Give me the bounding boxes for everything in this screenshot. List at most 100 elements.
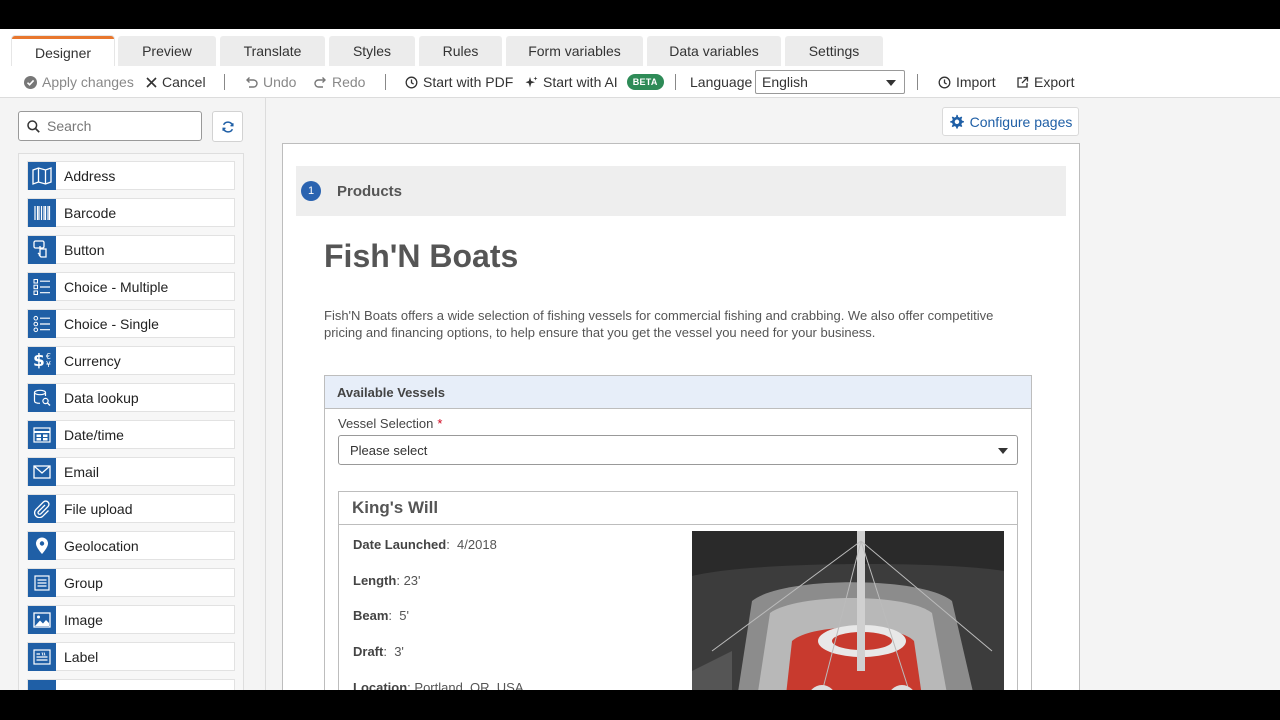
configure-pages-label: Configure pages — [969, 113, 1073, 130]
tab-designer[interactable]: Designer — [12, 36, 114, 66]
redo-icon — [314, 77, 326, 88]
spec-label: Date Launched — [353, 537, 447, 552]
redo-label: Redo — [332, 74, 366, 90]
available-vessels-section[interactable]: Available Vessels Vessel Selection * Plea… — [324, 375, 1032, 690]
tab-settings[interactable]: Settings — [785, 36, 883, 66]
start-with-pdf-label: Start with PDF — [423, 74, 514, 90]
palette-item-label: Email — [64, 463, 100, 480]
chevron-down-icon — [998, 448, 1008, 454]
spec-date-launched: Date Launched: 4/2018 — [353, 537, 497, 552]
toolbar-divider — [917, 74, 918, 90]
palette-item-email[interactable]: Email — [27, 457, 235, 486]
palette-item-label: Button — [64, 241, 105, 258]
palette-item-label: Choice - Multiple — [64, 278, 169, 295]
check-circle-icon — [24, 75, 37, 89]
undo-label: Undo — [263, 74, 297, 90]
palette-item-button[interactable]: Button — [27, 235, 235, 264]
gear-icon — [949, 114, 964, 129]
apply-changes-button[interactable]: Apply changes — [24, 66, 134, 98]
spec-value: 3' — [394, 644, 404, 659]
spec-value: 4/2018 — [457, 537, 497, 552]
spec-label: Location — [353, 680, 408, 690]
palette-item-currency[interactable]: $ € ¥ Currency — [27, 346, 235, 375]
export-button[interactable]: Export — [1016, 66, 1074, 98]
start-with-ai-button[interactable]: Start with AI BETA — [525, 66, 664, 98]
apply-changes-label: Apply changes — [42, 74, 134, 90]
tab-data-variables[interactable]: Data variables — [647, 36, 781, 66]
refresh-button[interactable] — [212, 111, 243, 142]
vessel-selection-label: Vessel Selection * — [338, 416, 442, 431]
palette-item-label: File upload — [64, 500, 133, 517]
spec-draft: Draft: 3' — [353, 644, 404, 659]
map-pin-icon — [28, 531, 56, 560]
palette-item-label: Currency — [64, 352, 121, 369]
palette-item-data-lookup[interactable]: Data lookup — [27, 383, 235, 412]
vessel-name: King's Will — [339, 492, 1017, 525]
cancel-label: Cancel — [162, 74, 206, 90]
barcode-icon — [28, 198, 56, 227]
palette-item-label: Choice - Single — [64, 315, 159, 332]
page-number-badge: 1 — [301, 181, 321, 201]
close-icon — [146, 76, 157, 88]
palette-item-image[interactable]: Image — [27, 605, 235, 634]
palette-item-barcode[interactable]: Barcode — [27, 198, 235, 227]
required-marker: * — [437, 416, 443, 431]
spec-location: Location: Portland, OR, USA — [353, 680, 524, 690]
palette-item-label: Group — [64, 574, 103, 591]
language-select[interactable]: English — [755, 70, 905, 94]
palette-item-date-time[interactable]: Date/time — [27, 420, 235, 449]
field-label-text: Vessel Selection — [338, 416, 434, 431]
palette-item-choice-multiple[interactable]: Choice - Multiple — [27, 272, 235, 301]
group-icon — [28, 568, 56, 597]
palette-item-choice-single[interactable]: Choice - Single — [27, 309, 235, 338]
spec-length: Length: 23' — [353, 573, 421, 588]
tab-form-variables[interactable]: Form variables — [506, 36, 643, 66]
currency-icon: $ € ¥ — [28, 346, 56, 375]
vessel-selection-dropdown[interactable]: Please select — [338, 435, 1018, 465]
tab-styles[interactable]: Styles — [329, 36, 415, 66]
vessel-selection-value: Please select — [350, 442, 428, 458]
palette-item-label: Label — [64, 648, 99, 665]
redo-button[interactable]: Redo — [314, 66, 365, 98]
start-with-pdf-button[interactable]: Start with PDF — [405, 66, 513, 98]
designer-app: Designer Preview Translate Styles Rules … — [0, 29, 1280, 690]
paperclip-icon — [28, 494, 56, 523]
spec-beam: Beam: 5' — [353, 608, 409, 623]
cancel-button[interactable]: Cancel — [146, 66, 206, 98]
pointer-icon — [28, 235, 56, 264]
palette-item-label: Image — [64, 611, 103, 628]
tab-translate[interactable]: Translate — [220, 36, 325, 66]
search-icon — [27, 119, 40, 133]
import-label: Import — [956, 74, 996, 90]
tab-bar: Designer Preview Translate Styles Rules … — [0, 29, 1280, 66]
sparkle-icon — [525, 76, 538, 87]
palette-item-file-upload[interactable]: File upload — [27, 494, 235, 523]
configure-pages-button[interactable]: Configure pages — [942, 107, 1079, 136]
form-intro-text[interactable]: Fish'N Boats offers a wide selection of … — [324, 307, 1014, 341]
palette-item-address[interactable]: Address — [27, 161, 235, 190]
spec-value: 5' — [399, 608, 409, 623]
page-header[interactable]: 1 Products — [296, 166, 1066, 216]
search-placeholder: Search — [47, 118, 92, 134]
undo-button[interactable]: Undo — [245, 66, 296, 98]
vessel-card[interactable]: King's Will Date Launched: 4/2018 Length… — [338, 491, 1018, 690]
envelope-icon — [28, 457, 56, 486]
palette-item-label: Barcode — [64, 204, 117, 221]
tab-rules[interactable]: Rules — [419, 36, 502, 66]
start-with-ai-label: Start with AI — [543, 74, 618, 90]
palette-item-label-element[interactable]: Label — [27, 642, 235, 671]
import-button[interactable]: Import — [938, 66, 996, 98]
toolbar-divider — [224, 74, 225, 90]
page-name: Products — [337, 182, 403, 200]
spec-value: 23' — [403, 573, 421, 588]
palette-item-partial[interactable] — [27, 679, 235, 690]
tab-preview[interactable]: Preview — [118, 36, 216, 66]
checklist-icon — [28, 272, 56, 301]
palette-item-geolocation[interactable]: Geolocation — [27, 531, 235, 560]
calendar-icon — [28, 420, 56, 449]
search-input[interactable]: Search — [18, 111, 202, 141]
form-title[interactable]: Fish'N Boats — [324, 238, 518, 275]
history-icon — [405, 76, 418, 88]
palette-item-group[interactable]: Group — [27, 568, 235, 597]
palette-item-label: Date/time — [64, 426, 124, 443]
